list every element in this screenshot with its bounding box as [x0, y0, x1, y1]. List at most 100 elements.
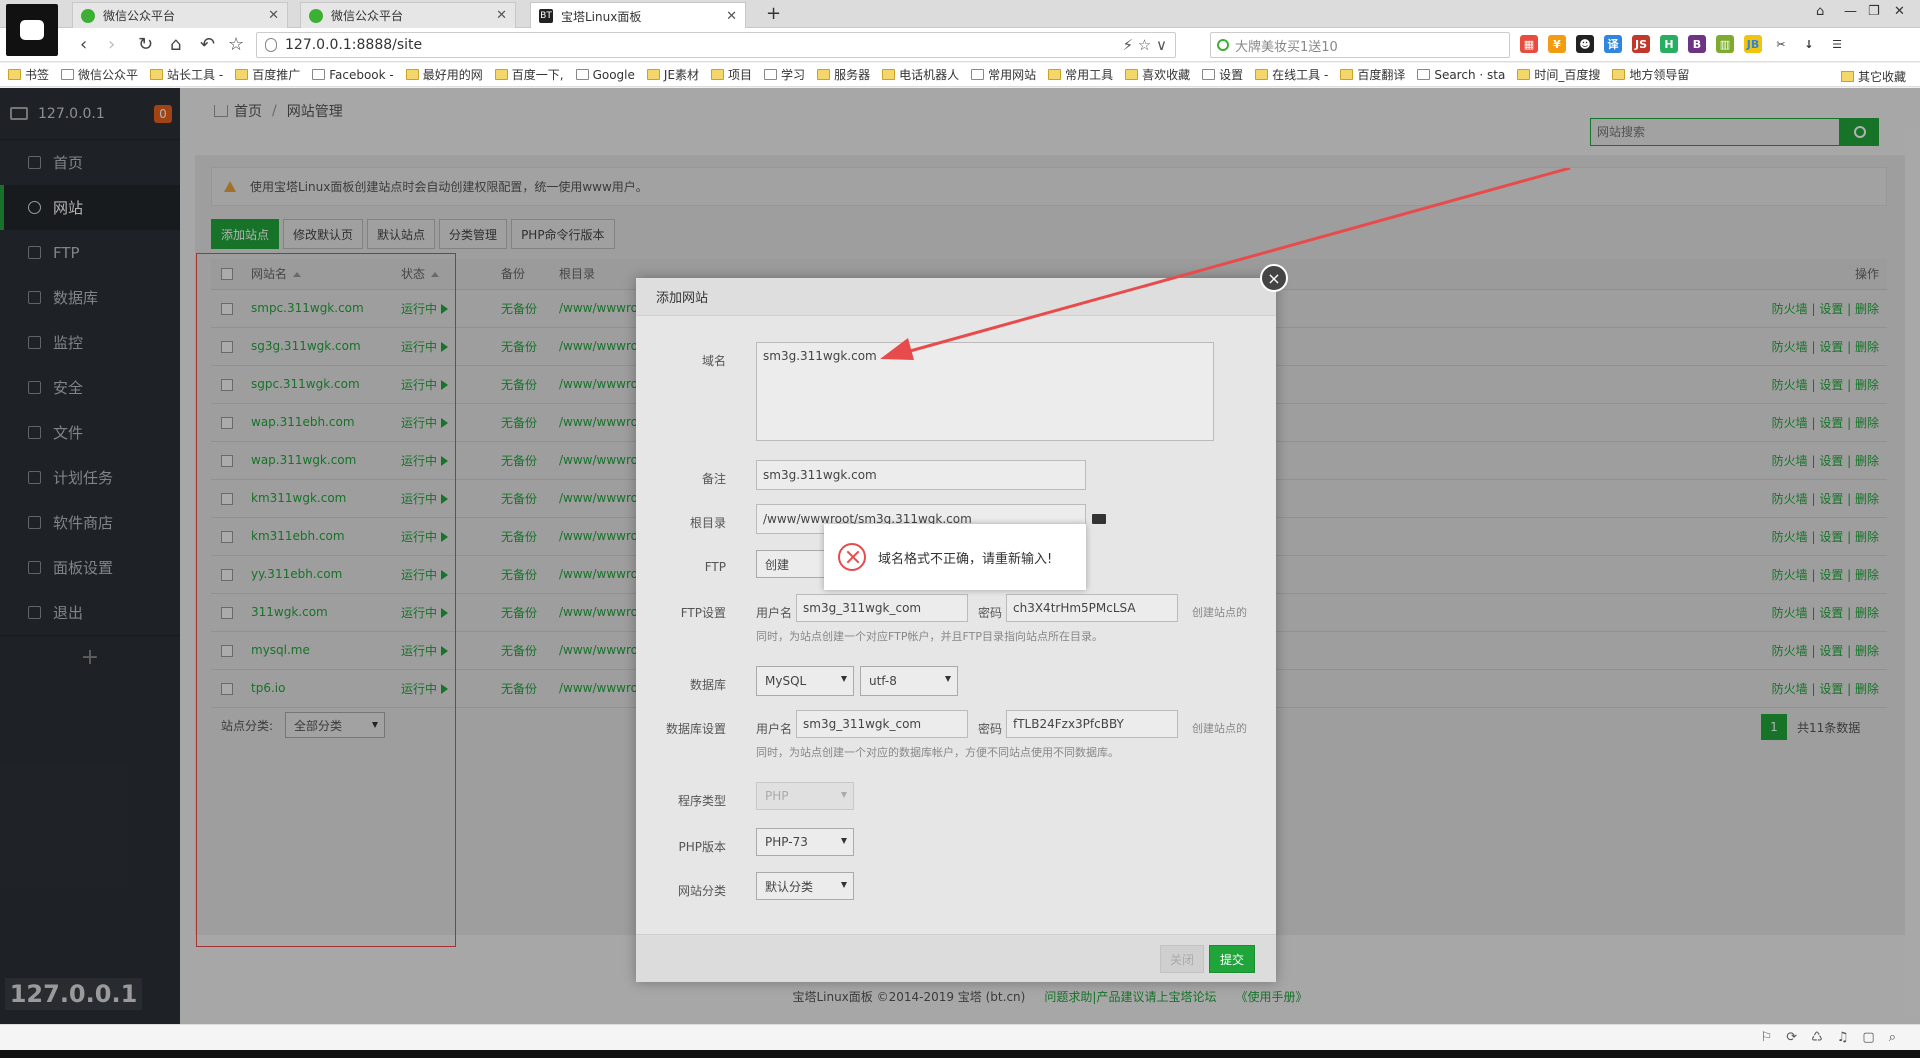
folder-icon — [711, 69, 725, 80]
bookmark-item[interactable]: 喜欢收藏 — [1125, 66, 1190, 83]
browser-window: 微信公众平台 ✕ 微信公众平台 ✕ BT 宝塔Linux面板 ✕ + ⌂ — ❐ ✕ ‹… — [0, 0, 1920, 1058]
js-icon[interactable]: JS — [1632, 35, 1650, 53]
db-hint: 同时，为站点创建一个对应的数据库帐户，方便不同站点使用不同数据库。 — [756, 746, 1119, 759]
folder-icon — [764, 69, 778, 80]
ftp-password-input[interactable]: ch3X4trHm5PMcLSA — [1006, 594, 1178, 622]
folder-icon[interactable] — [1092, 514, 1106, 524]
folder-icon — [971, 69, 985, 80]
bookmark-item[interactable]: JE素材 — [646, 66, 699, 83]
db-username-input[interactable]: sm3g_311wgk_com — [796, 710, 968, 738]
wechat-icon — [81, 8, 95, 23]
bookmark-item[interactable]: 最好用的网 — [405, 66, 483, 83]
extension-icon[interactable]: ☻ — [1576, 35, 1594, 53]
browser-logo[interactable] — [6, 4, 58, 56]
forward-icon[interactable]: › — [108, 34, 115, 55]
folder-icon — [882, 69, 896, 80]
translate-icon[interactable]: 译 — [1604, 35, 1622, 53]
bookmark-item[interactable]: Facebook - — [312, 68, 394, 82]
chevron-down-icon — [945, 676, 951, 682]
program-type-select[interactable]: PHP — [756, 782, 854, 810]
close-icon[interactable]: ✕ — [726, 9, 737, 24]
chevron-down-icon — [841, 838, 847, 844]
ftp-label: FTP — [704, 560, 726, 574]
bookmark-item[interactable]: Google — [575, 68, 635, 82]
bookmark-item[interactable]: 设置 — [1202, 66, 1243, 83]
extension-icon[interactable]: H — [1660, 35, 1678, 53]
ftp-username-input[interactable]: sm3g_311wgk_com — [796, 594, 968, 622]
back-icon[interactable]: ‹ — [80, 34, 87, 55]
address-bar: ‹ › ↻ ⌂ ↶ ☆ 127.0.0.1:8888/site ⚡ ☆ ∨ 大牌… — [0, 28, 1920, 62]
domain-textarea[interactable]: sm3g.311wgk.com — [756, 342, 1214, 441]
browser-tab-3[interactable]: BT 宝塔Linux面板 ✕ — [530, 2, 746, 29]
ftp-settings-label: FTP设置 — [680, 606, 726, 620]
restore-icon[interactable]: ❐ — [1868, 4, 1880, 19]
php-version-select[interactable]: PHP-73 — [756, 828, 854, 856]
star-icon[interactable]: ☆ — [228, 34, 244, 55]
close-icon[interactable]: ✕ — [496, 8, 507, 23]
url-field[interactable]: 127.0.0.1:8888/site ⚡ ☆ ∨ — [256, 32, 1176, 58]
shirt-icon[interactable]: ⌂ — [1816, 4, 1824, 19]
bookmark-item[interactable]: 在线工具 - — [1255, 66, 1328, 83]
download-icon[interactable]: ↓ — [1800, 35, 1818, 53]
bookmark-item[interactable]: 项目 — [711, 66, 752, 83]
bookmark-item[interactable]: 学习 — [764, 66, 805, 83]
browser-status-bar: ⚐⟳♺♫▢⌕ — [0, 1024, 1920, 1050]
wechat-icon — [309, 8, 323, 23]
bookmark-item[interactable]: 常用网站 — [971, 66, 1036, 83]
home-icon[interactable]: ⌂ — [170, 34, 181, 55]
jb-icon[interactable]: JB — [1744, 35, 1762, 53]
folder-icon — [1048, 69, 1062, 80]
bookmark-item[interactable]: 书签 — [8, 66, 49, 83]
bookmark-item[interactable]: 百度推广 — [235, 66, 300, 83]
error-icon — [838, 543, 866, 571]
bookmark-item[interactable]: Search · sta — [1417, 68, 1505, 82]
bookmark-item[interactable]: 地方领导留 — [1612, 66, 1689, 83]
folder-icon — [1202, 69, 1216, 80]
reload-icon[interactable]: ↻ — [138, 34, 153, 55]
close-window-icon[interactable]: ✕ — [1894, 4, 1905, 19]
folder-icon — [1340, 69, 1354, 80]
extension-icon[interactable]: B — [1688, 35, 1706, 53]
bookmark-item[interactable]: 微信公众平 — [61, 66, 138, 83]
undo-icon[interactable]: ↶ — [200, 34, 215, 55]
dialog-close-button[interactable]: × — [1260, 264, 1288, 292]
chevron-down-icon — [841, 882, 847, 888]
dialog-submit-button[interactable]: 提交 — [1209, 945, 1255, 973]
bookmark-item[interactable]: 百度翻译 — [1340, 66, 1405, 83]
new-tab-button[interactable]: + — [766, 3, 781, 24]
site-category-select[interactable]: 默认分类 — [756, 872, 854, 900]
ftp-hint: 同时，为站点创建一个对应FTP帐户，并且FTP目录指向站点所在目录。 — [756, 630, 1103, 643]
dialog-cancel-button[interactable]: 关闭 — [1160, 945, 1204, 973]
scissors-icon[interactable]: ✂ — [1772, 35, 1790, 53]
extension-icon[interactable]: ¥ — [1548, 35, 1566, 53]
db-password-input[interactable]: fTLB24Fzx3PfcBBY — [1006, 710, 1178, 738]
browser-tab-1[interactable]: 微信公众平台 ✕ — [72, 2, 288, 28]
root-label: 根目录 — [689, 516, 726, 530]
bookmark-item[interactable]: 站长工具 - — [150, 66, 223, 83]
folder-icon — [646, 69, 660, 80]
bookmark-item[interactable]: 常用工具 — [1048, 66, 1113, 83]
db-label: 数据库 — [689, 678, 726, 692]
folder-icon — [575, 69, 589, 80]
minimize-icon[interactable]: — — [1844, 4, 1857, 19]
folder-icon — [1612, 69, 1626, 80]
folder-icon — [235, 69, 249, 80]
shield-icon — [265, 38, 277, 52]
extension-icon[interactable]: ▥ — [1716, 35, 1734, 53]
bookmark-item[interactable]: 百度一下, — [494, 66, 564, 83]
folder-icon — [150, 69, 164, 80]
menu-icon[interactable]: ☰ — [1828, 35, 1846, 53]
browser-search-input[interactable]: 大牌美妆买1送10 — [1210, 32, 1510, 58]
db-type-select[interactable]: MySQL — [756, 666, 854, 696]
close-icon[interactable]: ✕ — [268, 8, 279, 23]
extension-icon[interactable]: ▦ — [1520, 35, 1538, 53]
browser-tab-2[interactable]: 微信公众平台 ✕ — [300, 2, 516, 28]
bookmark-item[interactable]: 时间_百度搜 — [1517, 66, 1600, 83]
bookmark-item[interactable]: 电话机器人 — [882, 66, 959, 83]
bookmark-item[interactable]: 服务器 — [817, 66, 870, 83]
other-bookmarks[interactable]: 其它收藏 — [1840, 68, 1906, 85]
remark-input[interactable]: sm3g.311wgk.com — [756, 460, 1086, 490]
db-charset-select[interactable]: utf-8 — [860, 666, 958, 696]
bt-icon: BT — [539, 9, 553, 23]
bookmark-star-icon[interactable]: ⚡ ☆ ∨ — [1123, 36, 1168, 54]
